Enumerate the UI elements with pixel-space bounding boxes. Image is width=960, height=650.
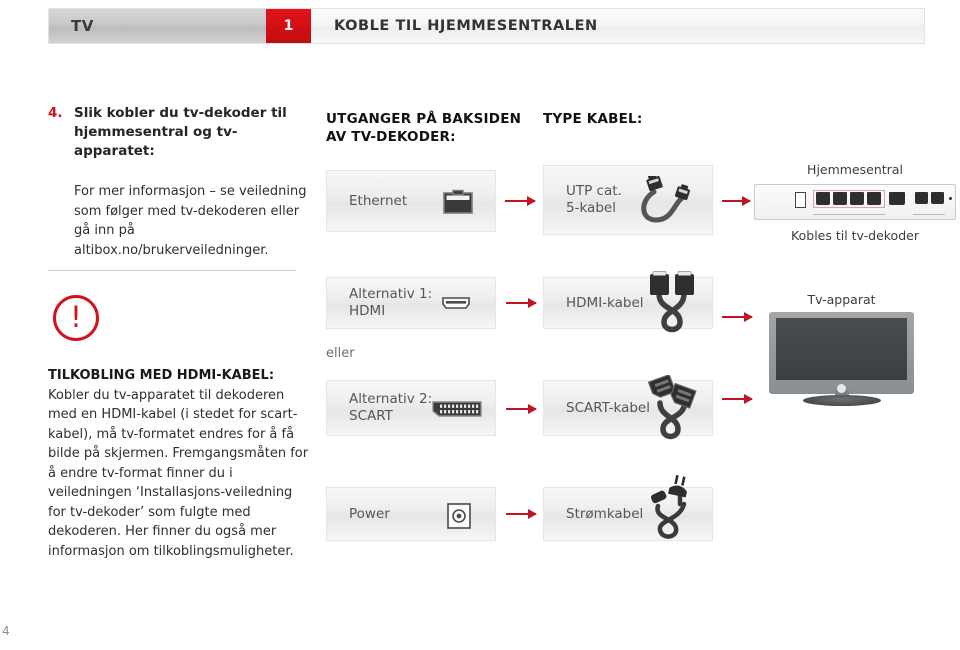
step-heading: Slik kobler du tv-dekoder til hjemmesent… [74,105,287,159]
exclamation-glyph: ! [70,299,82,334]
cable-column-heading: TYPE KABEL: [543,110,743,128]
arrow-utp-to-router [722,196,751,206]
hjemmesentral-router-image [754,184,956,220]
tv-screen [776,318,907,380]
router-phone-label-rule [913,214,945,215]
step-number: 4. [48,105,63,121]
router-lan-label-rule [813,214,885,215]
hdmi-cable-icon [640,270,702,336]
ports-column-heading: UTGANGER PÅ BAKSIDEN AV TV-DEKODER: [326,110,536,146]
port-box-scart-label: Alternativ 2: SCART [327,391,432,425]
cable-box-hdmi-label-line1: HDMI-kabel [566,294,644,311]
cable-box-power-label-line1: Strømkabel [566,505,644,522]
arrow-scartcable-to-tv [722,394,753,404]
cable-box-scart-label: SCART-kabel [544,400,650,417]
cable-column-heading-line1: TYPE KABEL: [543,111,643,127]
cable-box-scart-label-line1: SCART-kabel [566,399,650,416]
page-title: KOBLE TIL HJEMMESENTRALEN [334,18,598,34]
warning-body: Kobler du tv-apparatet til dekoderen med… [48,387,309,559]
step-body-text: For mer informasjon – se veiledning som … [74,184,307,258]
header-bar: TV 1 KOBLE TIL HJEMMESENTRALEN [48,8,925,44]
arrow-power-to-powercable [506,509,537,519]
cable-box-scart: SCART-kabel [543,375,713,440]
router-caption-top: Hjemmesentral [807,162,903,177]
arrow-hdmi-to-hdmicable [506,298,537,308]
port-box-hdmi-label: Alternativ 1: HDMI [327,286,432,320]
router-caption-bottom: Kobles til tv-dekoder [791,228,919,243]
tv-caption: Tv-apparat [807,292,876,307]
header-title-area: KOBLE TIL HJEMMESENTRALEN [311,9,924,43]
router-lan-port-2 [833,192,847,205]
or-label: eller [326,346,355,361]
cable-box-power-label: Strømkabel [544,506,643,523]
header-tab-label: TV [71,17,94,35]
port-box-hdmi: Alternativ 1: HDMI [326,277,496,329]
tv-stand-base [803,395,881,406]
hdmi-port-icon [441,296,471,310]
port-box-ethernet-label: Ethernet [327,193,407,210]
ports-column-heading-line2: AV TV-DEKODER: [326,129,456,145]
port-box-hdmi-label-line2: HDMI [349,303,386,319]
cable-box-hdmi: HDMI-kabel [543,271,713,333]
header-step-badge-label: 1 [283,18,294,34]
scart-cable-icon [640,375,704,443]
arrow-scart-to-scartcable [506,404,537,414]
router-lan-port-4 [867,192,881,205]
page-number: 4 [2,624,10,638]
router-reset-button [949,197,952,200]
power-port-icon [447,503,471,529]
utp-cable-icon [634,176,700,228]
port-box-ethernet: Ethernet [326,170,496,232]
arrow-hdmicable-to-tv [722,312,753,322]
ethernet-port-icon [443,189,473,215]
cable-box-utp-label: UTP cat. 5-kabel [544,183,622,217]
power-cable-icon [640,474,700,546]
cable-box-utp-label-line1: UTP cat. [566,183,622,199]
cable-box-hdmi-label: HDMI-kabel [544,295,644,312]
header-step-badge: 1 [266,9,311,43]
router-phone-port-1 [915,192,928,204]
port-box-power-label: Power [327,506,390,523]
page-root: TV 1 KOBLE TIL HJEMMESENTRALEN 4. Slik k… [0,0,960,650]
exclamation-circle-icon: ! [53,295,99,341]
router-lan-port-1 [816,192,830,205]
port-box-hdmi-label-line1: Alternativ 1: [349,286,433,302]
scart-port-icon [431,399,483,419]
port-box-scart-label-line1: Alternativ 2: [349,391,433,407]
tv-frame [769,312,914,394]
port-box-power-label-line1: Power [349,505,390,522]
router-lan-port-3 [850,192,864,205]
warning-text-block: TILKOBLING MED HDMI-KABEL: Kobler du tv-… [48,366,310,561]
warning-title: TILKOBLING MED HDMI-KABEL: [48,368,275,383]
port-box-power: Power [326,487,496,541]
router-usb-port [795,192,806,208]
header-tab-tv[interactable]: TV [49,9,266,43]
cable-box-power: Strømkabel [543,474,713,541]
section-divider [48,270,296,271]
step-block: 4. Slik kobler du tv-dekoder til hjemmes… [48,104,310,260]
router-wan-port [889,192,905,205]
ports-column-heading-line1: UTGANGER PÅ BAKSIDEN [326,111,522,127]
arrow-ethernet-to-utp [505,196,536,206]
port-box-scart-label-line2: SCART [349,408,393,424]
port-box-ethernet-label-line1: Ethernet [349,192,408,209]
router-phone-port-2 [931,192,944,204]
port-box-scart: Alternativ 2: SCART [326,380,496,436]
tv-apparat-image [769,312,914,407]
cable-box-utp: UTP cat. 5-kabel [543,165,713,235]
cable-box-utp-label-line2: 5-kabel [566,200,616,216]
